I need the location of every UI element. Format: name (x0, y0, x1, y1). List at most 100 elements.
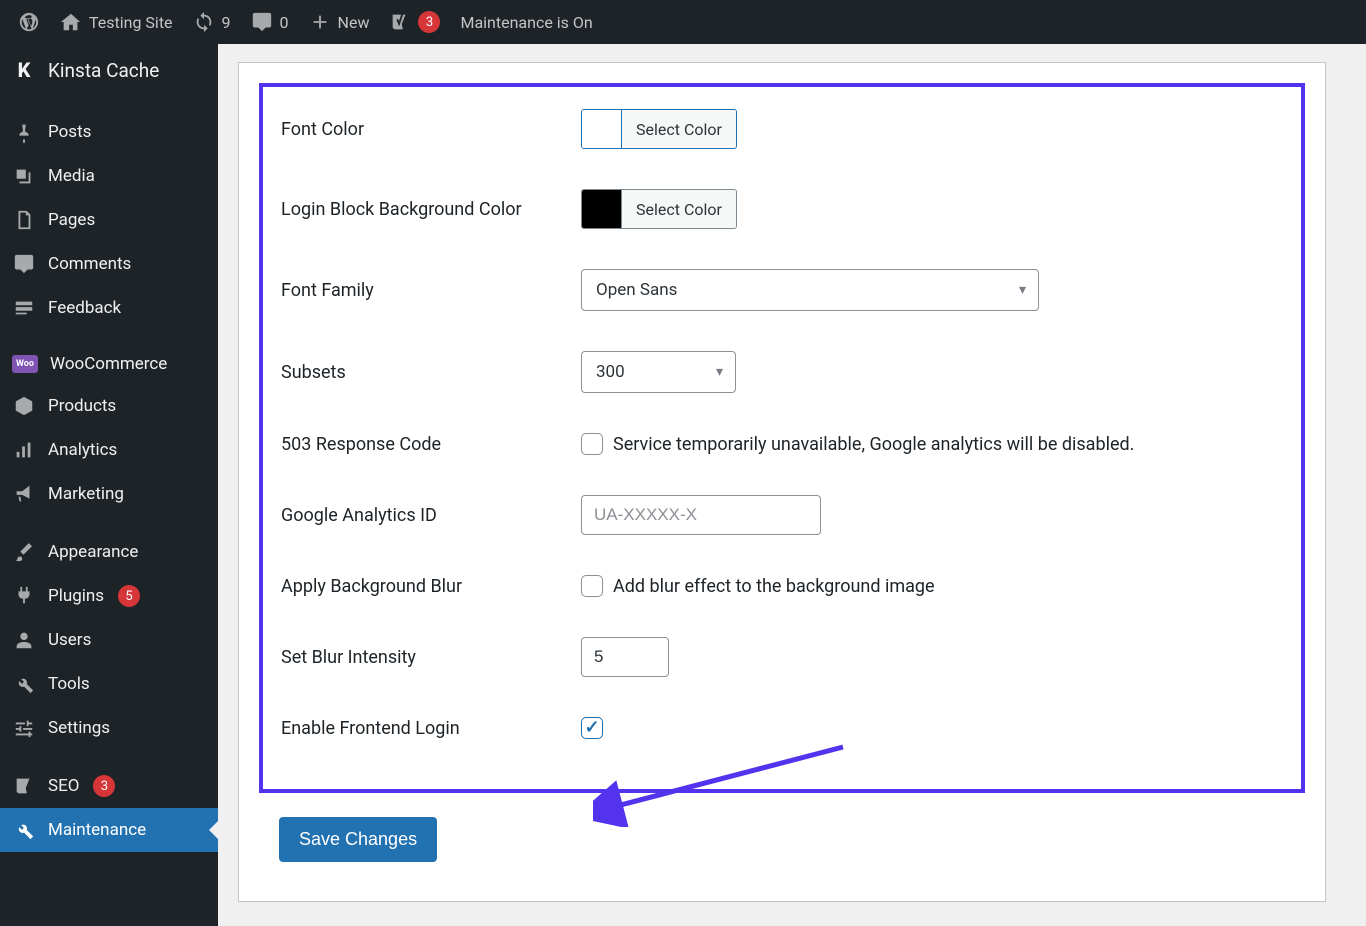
sidebar-item-seo[interactable]: SEO 3 (0, 764, 218, 808)
wordpress-icon (18, 11, 40, 33)
frontend-login-checkbox[interactable] (581, 717, 603, 739)
analytics-icon (12, 438, 36, 462)
sidebar-item-label: Appearance (48, 542, 138, 562)
ga-id-input[interactable] (581, 495, 821, 535)
sidebar-item-label: Tools (48, 674, 90, 694)
new-link[interactable]: New (299, 0, 380, 44)
admin-bar: Testing Site 9 0 New 3 Maintenance is On (0, 0, 1366, 44)
comments-count: 0 (280, 13, 289, 32)
sidebar-item-marketing[interactable]: Marketing (0, 472, 218, 516)
ga-id-label: Google Analytics ID (281, 505, 581, 526)
user-icon (12, 628, 36, 652)
sidebar-item-label: Kinsta Cache (48, 59, 159, 82)
blur-intensity-label: Set Blur Intensity (281, 647, 581, 668)
yoast-link[interactable]: 3 (379, 0, 450, 44)
seo-badge: 3 (93, 775, 115, 797)
sidebar-item-media[interactable]: Media (0, 154, 218, 198)
updates-link[interactable]: 9 (183, 0, 241, 44)
sidebar-item-label: Media (48, 166, 95, 186)
sidebar-item-plugins[interactable]: Plugins 5 (0, 574, 218, 618)
select-color-text: Select Color (622, 190, 736, 228)
update-icon (193, 11, 215, 33)
select-value: 300 (596, 362, 625, 382)
megaphone-icon (12, 482, 36, 506)
media-icon (12, 164, 36, 188)
yoast-badge: 3 (418, 11, 440, 33)
sidebar-item-label: Comments (48, 254, 131, 274)
bg-blur-label: Apply Background Blur (281, 576, 581, 597)
font-color-label: Font Color (281, 119, 581, 140)
sidebar-item-tools[interactable]: Tools (0, 662, 218, 706)
sidebar-item-pages[interactable]: Pages (0, 198, 218, 242)
sidebar-item-maintenance[interactable]: Maintenance (0, 808, 218, 852)
sidebar-item-label: Products (48, 396, 116, 416)
sidebar-item-label: Users (48, 630, 91, 650)
wrench-icon (12, 672, 36, 696)
plugin-icon (12, 584, 36, 608)
save-button[interactable]: Save Changes (279, 817, 437, 862)
blur-intensity-input[interactable] (581, 637, 669, 677)
response-code-checkbox[interactable] (581, 433, 603, 455)
sidebar-item-label: SEO (48, 776, 79, 796)
color-swatch-black (582, 190, 622, 228)
select-color-text: Select Color (622, 110, 736, 148)
sliders-icon (12, 716, 36, 740)
brush-icon (12, 540, 36, 564)
admin-sidebar: K Kinsta Cache Posts Media Pages Comment… (0, 44, 218, 926)
sidebar-item-label: Marketing (48, 484, 124, 504)
sidebar-item-posts[interactable]: Posts (0, 110, 218, 154)
plugins-badge: 5 (118, 585, 140, 607)
select-value: Open Sans (596, 280, 677, 300)
pin-icon (12, 120, 36, 144)
response-code-label: 503 Response Code (281, 434, 581, 455)
sidebar-item-label: Posts (48, 122, 91, 142)
site-name-link[interactable]: Testing Site (50, 0, 183, 44)
updates-count: 9 (222, 13, 231, 32)
login-bg-color-picker[interactable]: Select Color (581, 189, 737, 229)
font-color-picker[interactable]: Select Color (581, 109, 737, 149)
wp-logo[interactable] (8, 0, 50, 44)
feedback-icon (12, 296, 36, 320)
sidebar-item-kinsta[interactable]: K Kinsta Cache (0, 44, 218, 96)
font-family-label: Font Family (281, 280, 581, 301)
sidebar-item-label: Feedback (48, 298, 121, 318)
sidebar-item-label: Plugins (48, 586, 104, 606)
bg-blur-checkbox[interactable] (581, 575, 603, 597)
bg-blur-desc: Add blur effect to the background image (613, 576, 935, 597)
yoast-icon (12, 774, 36, 798)
sidebar-item-comments[interactable]: Comments (0, 242, 218, 286)
yoast-icon (389, 11, 411, 33)
site-name-text: Testing Site (89, 13, 173, 32)
settings-panel: Font Color Select Color Login Block Back… (238, 62, 1326, 902)
sidebar-item-products[interactable]: Products (0, 384, 218, 428)
comment-icon (251, 11, 273, 33)
sidebar-item-users[interactable]: Users (0, 618, 218, 662)
frontend-login-label: Enable Frontend Login (281, 718, 581, 739)
maintenance-status[interactable]: Maintenance is On (450, 0, 602, 44)
home-icon (60, 11, 82, 33)
comments-link[interactable]: 0 (241, 0, 299, 44)
plus-icon (309, 11, 331, 33)
sidebar-item-woocommerce[interactable]: Woo WooCommerce (0, 344, 218, 384)
color-swatch-white (582, 110, 622, 148)
sidebar-item-feedback[interactable]: Feedback (0, 286, 218, 330)
woo-icon: Woo (12, 355, 38, 373)
sidebar-item-analytics[interactable]: Analytics (0, 428, 218, 472)
sidebar-item-label: Pages (48, 210, 95, 230)
comment-icon (12, 252, 36, 276)
sidebar-item-label: Settings (48, 718, 110, 738)
main-content: Font Color Select Color Login Block Back… (218, 44, 1366, 926)
sidebar-item-label: WooCommerce (50, 354, 167, 374)
subsets-select[interactable]: 300 (581, 351, 736, 393)
response-code-desc: Service temporarily unavailable, Google … (613, 434, 1134, 455)
highlighted-section: Font Color Select Color Login Block Back… (259, 83, 1305, 793)
product-icon (12, 394, 36, 418)
subsets-label: Subsets (281, 362, 581, 383)
new-text: New (338, 13, 370, 32)
sidebar-item-appearance[interactable]: Appearance (0, 530, 218, 574)
sidebar-item-label: Analytics (48, 440, 117, 460)
login-bg-label: Login Block Background Color (281, 199, 581, 220)
font-family-select[interactable]: Open Sans (581, 269, 1039, 311)
sidebar-item-settings[interactable]: Settings (0, 706, 218, 750)
maintenance-text: Maintenance is On (460, 13, 592, 32)
